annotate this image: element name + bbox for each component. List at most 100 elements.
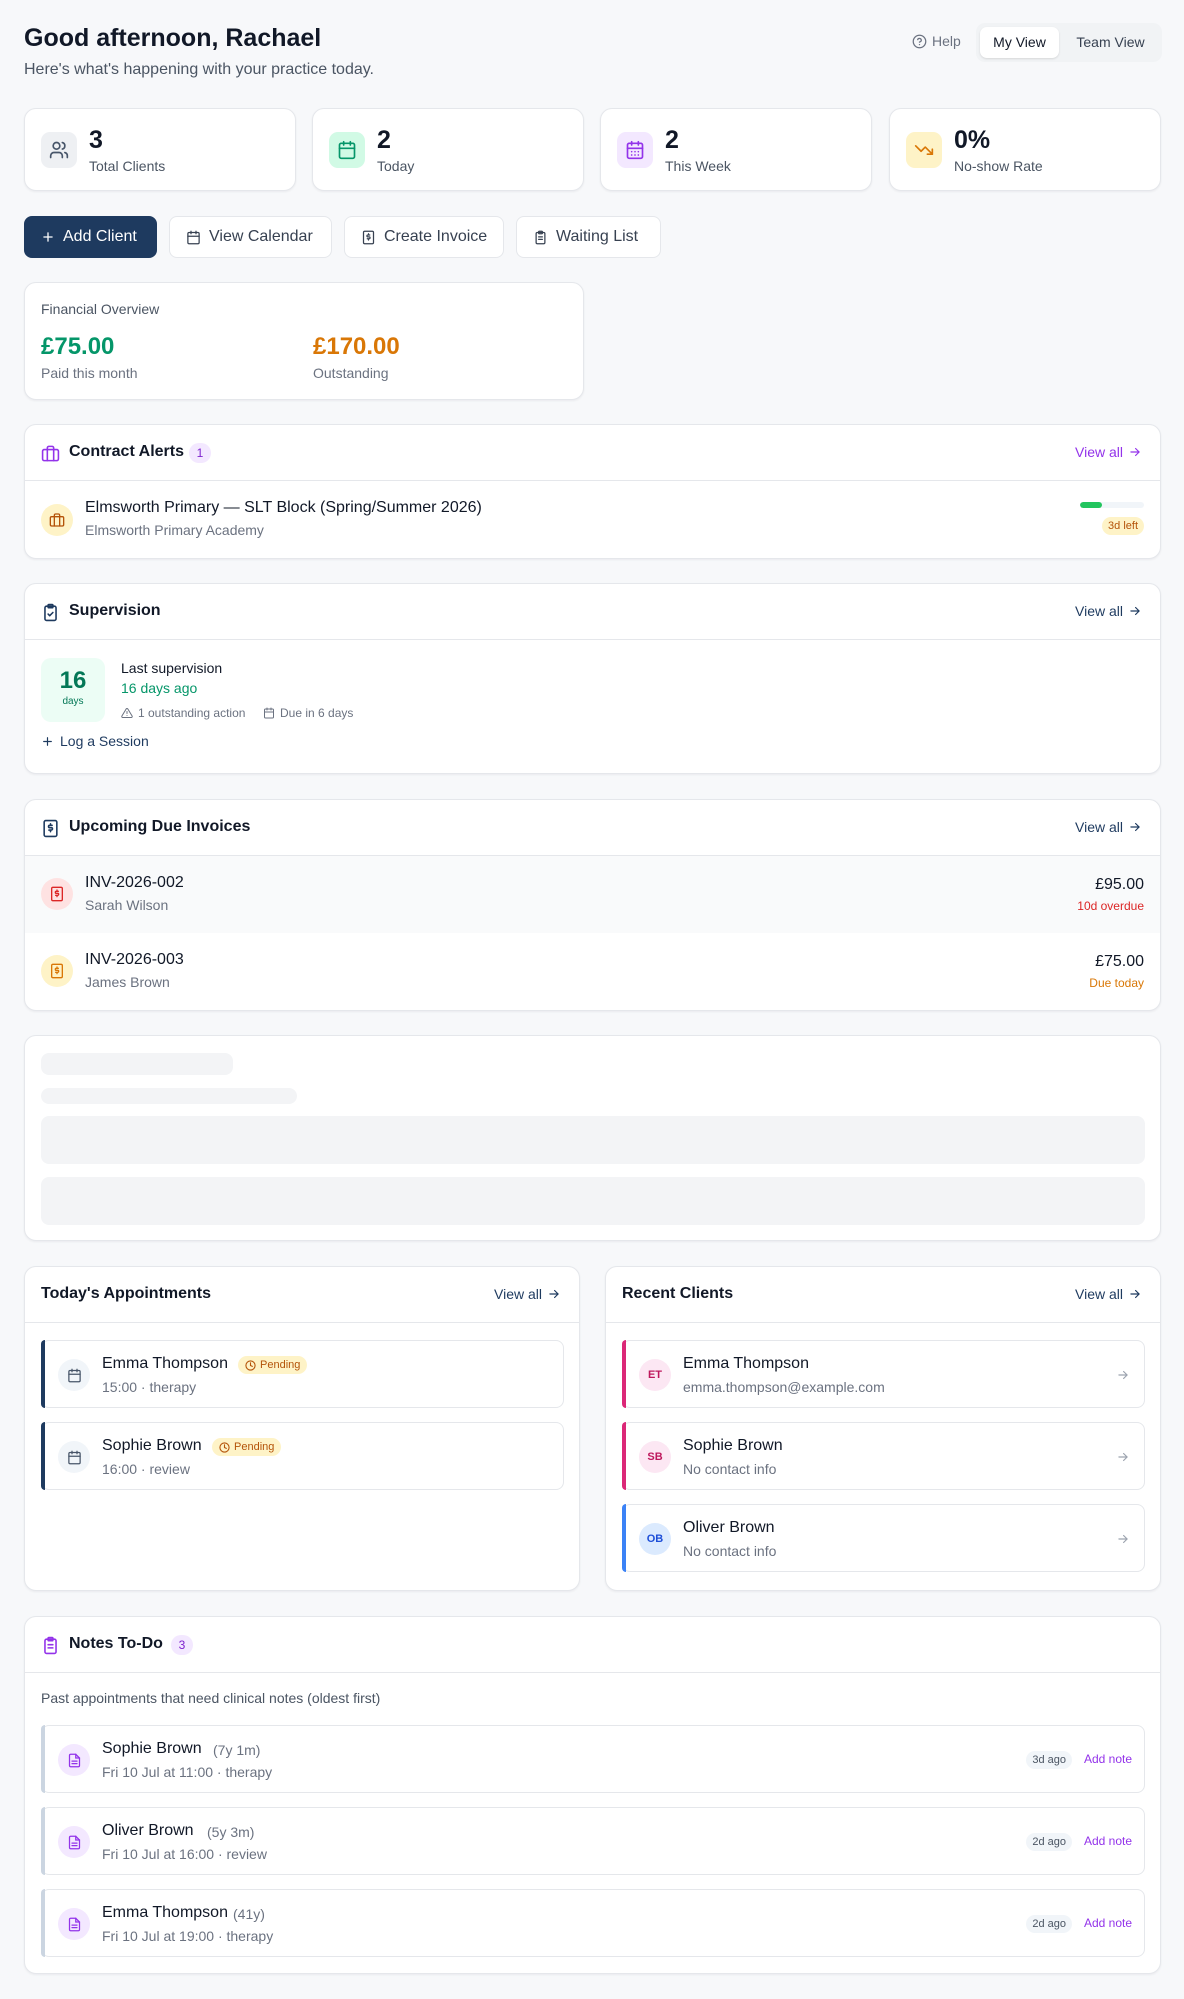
view-all-label: View all bbox=[1075, 603, 1123, 619]
contract-alerts-header: Contract Alerts 1 View all bbox=[25, 425, 1160, 481]
contract-alerts-count: 1 bbox=[189, 443, 211, 463]
contract-progress-bar bbox=[1080, 502, 1144, 508]
add-note-link[interactable]: Add note bbox=[1084, 1752, 1132, 1766]
notes-title: Notes To-Do bbox=[69, 1635, 163, 1652]
appointment-item[interactable]: Sophie Brown Pending 16:00 · review bbox=[41, 1422, 564, 1490]
todays-appointments-card: Today's Appointments View all Emma Thomp… bbox=[24, 1266, 580, 1591]
briefcase-icon bbox=[41, 444, 60, 463]
file-text-icon bbox=[58, 1744, 90, 1776]
note-client-age: (41y) bbox=[233, 1906, 265, 1922]
contract-alerts-view-all-link[interactable]: View all bbox=[1075, 444, 1142, 460]
contract-alerts-title: Contract Alerts bbox=[69, 443, 184, 460]
appointment-accent-bar bbox=[41, 1422, 45, 1490]
avatar: SB bbox=[639, 1441, 671, 1473]
invoice-amount: £75.00 bbox=[1095, 953, 1144, 970]
recent-clients-view-all-link[interactable]: View all bbox=[1075, 1286, 1142, 1302]
days-left-badge: 3d left bbox=[1102, 517, 1144, 535]
arrow-right-icon bbox=[1128, 1287, 1142, 1301]
appointment-client-name: Sophie Brown bbox=[102, 1437, 202, 1454]
my-view-button[interactable]: My View bbox=[980, 27, 1059, 58]
financial-overview-card: Financial Overview £75.00 Paid this mont… bbox=[24, 282, 584, 400]
invoice-row[interactable]: INV-2026-003 James Brown £75.00 Due toda… bbox=[25, 933, 1160, 1010]
note-item[interactable]: Sophie Brown (7y 1m) Fri 10 Jul at 11:00… bbox=[41, 1725, 1145, 1793]
note-accent-bar bbox=[41, 1807, 45, 1875]
outstanding-amount: £170.00 bbox=[313, 333, 400, 360]
arrow-right-icon bbox=[1116, 1450, 1130, 1464]
outstanding-label: Outstanding bbox=[313, 365, 389, 381]
arrow-right-icon bbox=[1116, 1368, 1130, 1382]
help-link[interactable]: Help bbox=[912, 33, 961, 49]
view-all-label: View all bbox=[494, 1286, 542, 1302]
help-circle-icon bbox=[912, 34, 927, 49]
loading-skeleton-card bbox=[24, 1035, 1161, 1241]
view-calendar-button[interactable]: View Calendar bbox=[169, 216, 332, 258]
paid-label: Paid this month bbox=[41, 365, 138, 381]
log-session-link[interactable]: Log a Session bbox=[41, 733, 149, 749]
arrow-right-icon bbox=[547, 1287, 561, 1301]
pending-badge: Pending bbox=[238, 1356, 308, 1374]
note-item[interactable]: Emma Thompson (41y) Fri 10 Jul at 19:00 … bbox=[41, 1889, 1145, 1957]
pending-badge: Pending bbox=[212, 1438, 282, 1456]
arrow-right-icon bbox=[1128, 445, 1142, 459]
invoices-card: Upcoming Due Invoices View all INV-2026-… bbox=[24, 799, 1161, 1011]
client-accent-bar bbox=[622, 1504, 626, 1572]
invoice-client: Sarah Wilson bbox=[85, 897, 169, 913]
alert-triangle-icon bbox=[121, 707, 133, 719]
recent-clients-header: Recent Clients View all bbox=[606, 1267, 1160, 1323]
calendar-days-icon bbox=[617, 132, 653, 168]
stat-label: This Week bbox=[665, 158, 731, 174]
invoices-view-all-link[interactable]: View all bbox=[1075, 819, 1142, 835]
note-client-age: (5y 3m) bbox=[207, 1824, 255, 1840]
arrow-right-icon bbox=[1128, 604, 1142, 618]
paid-amount: £75.00 bbox=[41, 333, 115, 360]
arrow-right-icon bbox=[1116, 1532, 1130, 1546]
stat-label: No-show Rate bbox=[954, 158, 1043, 174]
view-toggle: My View Team View bbox=[976, 23, 1162, 62]
outstanding-actions: 1 outstanding action bbox=[121, 706, 245, 720]
client-item[interactable]: ET Emma Thompson emma.thompson@example.c… bbox=[622, 1340, 1145, 1408]
stat-value: 3 bbox=[89, 126, 103, 154]
team-view-button[interactable]: Team View bbox=[1063, 27, 1158, 58]
invoice-icon bbox=[41, 955, 73, 987]
stat-card-total-clients[interactable]: 3 Total Clients bbox=[24, 108, 296, 191]
add-note-link[interactable]: Add note bbox=[1084, 1834, 1132, 1848]
contract-alert-row[interactable]: Elmsworth Primary — SLT Block (Spring/Su… bbox=[25, 481, 1160, 559]
skeleton-line bbox=[41, 1088, 297, 1104]
skeleton-block bbox=[41, 1116, 1145, 1164]
invoice-row[interactable]: INV-2026-002 Sarah Wilson £95.00 10d ove… bbox=[25, 856, 1160, 933]
add-note-link[interactable]: Add note bbox=[1084, 1916, 1132, 1930]
invoice-client: James Brown bbox=[85, 974, 170, 990]
calendar-icon bbox=[58, 1359, 90, 1391]
stat-card-this-week[interactable]: 2 This Week bbox=[600, 108, 872, 191]
waiting-list-button[interactable]: Waiting List bbox=[516, 216, 661, 258]
appointments-view-all-link[interactable]: View all bbox=[494, 1286, 561, 1302]
last-supervision-value: 16 days ago bbox=[121, 680, 198, 696]
client-contact: No contact info bbox=[683, 1543, 777, 1559]
client-name: Oliver Brown bbox=[683, 1519, 775, 1536]
view-all-label: View all bbox=[1075, 1286, 1123, 1302]
invoices-header: Upcoming Due Invoices View all bbox=[25, 800, 1160, 856]
stat-value: 2 bbox=[377, 126, 391, 154]
view-calendar-label: View Calendar bbox=[209, 228, 313, 245]
stat-card-no-show-rate[interactable]: 0% No-show Rate bbox=[889, 108, 1161, 191]
supervision-view-all-link[interactable]: View all bbox=[1075, 603, 1142, 619]
add-client-button[interactable]: Add Client bbox=[24, 216, 157, 258]
note-appointment-detail: Fri 10 Jul at 16:00 · review bbox=[102, 1846, 267, 1862]
invoice-icon bbox=[361, 230, 376, 245]
client-item[interactable]: OB Oliver Brown No contact info bbox=[622, 1504, 1145, 1572]
client-item[interactable]: SB Sophie Brown No contact info bbox=[622, 1422, 1145, 1490]
invoice-status: 10d overdue bbox=[1077, 899, 1144, 913]
invoices-title: Upcoming Due Invoices bbox=[69, 818, 251, 835]
notes-count: 3 bbox=[171, 1635, 193, 1655]
outstanding-actions-text: 1 outstanding action bbox=[138, 706, 246, 720]
note-accent-bar bbox=[41, 1889, 45, 1957]
appointment-item[interactable]: Emma Thompson Pending 15:00 · therapy bbox=[41, 1340, 564, 1408]
contract-alert-subtitle: Elmsworth Primary Academy bbox=[85, 522, 264, 538]
notes-header: Notes To-Do 3 bbox=[25, 1617, 1160, 1673]
stat-card-today[interactable]: 2 Today bbox=[312, 108, 584, 191]
create-invoice-button[interactable]: Create Invoice bbox=[344, 216, 504, 258]
note-ago-badge: 2d ago bbox=[1026, 1915, 1072, 1933]
note-item[interactable]: Oliver Brown (5y 3m) Fri 10 Jul at 16:00… bbox=[41, 1807, 1145, 1875]
invoice-amount: £95.00 bbox=[1095, 876, 1144, 893]
note-accent-bar bbox=[41, 1725, 45, 1793]
